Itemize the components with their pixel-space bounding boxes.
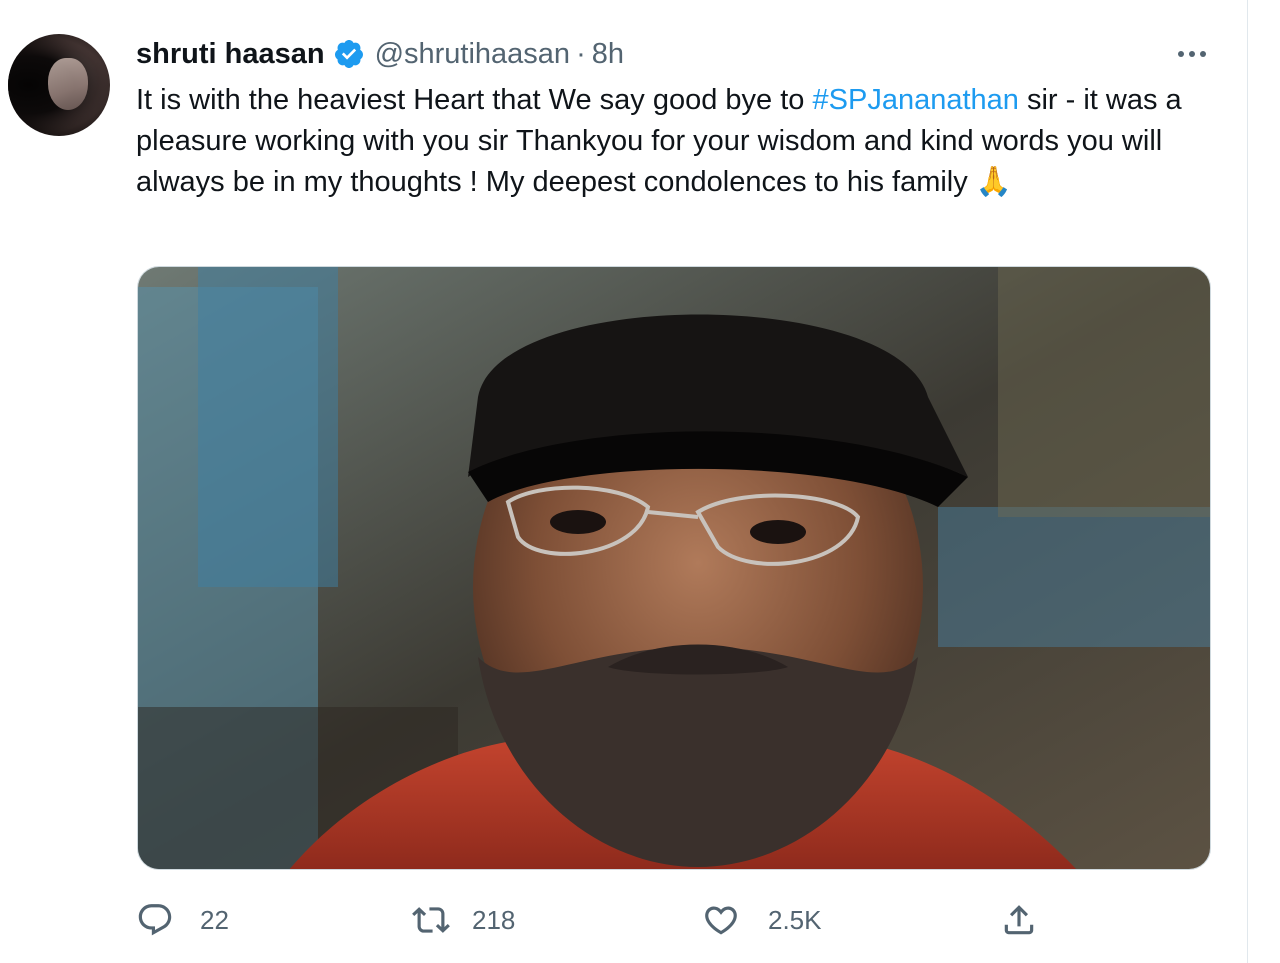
more-dot [1178,51,1184,57]
avatar[interactable] [8,34,110,136]
reply-count: 22 [200,904,229,935]
tweet-timestamp[interactable]: 8h [592,38,624,71]
folded-hands-emoji: 🙏 [975,166,1012,198]
tweet-header: shruti haasan @shrutihaasan · 8h [136,34,624,74]
verified-badge-icon [334,40,363,68]
tweet-text: It is with the heaviest Heart that We sa… [136,80,1196,203]
share-icon [1004,905,1034,935]
photo-portrait-illustration [138,267,1210,869]
like-count: 2.5K [768,904,822,935]
more-options-icon[interactable] [1172,42,1212,66]
share-button[interactable] [1000,898,1038,942]
tweet-photo[interactable] [137,266,1211,870]
more-dot [1200,51,1206,57]
tweet-actions-bar: 22 218 2.5K [136,898,1196,942]
header-separator: · [576,37,586,70]
retweet-button[interactable]: 218 [412,898,515,942]
more-dot [1189,51,1195,57]
author-handle[interactable]: @shrutihaasan [375,38,571,71]
avatar-face-shape [48,58,88,110]
like-button[interactable]: 2.5K [702,898,822,942]
retweet-count: 218 [472,904,516,935]
heart-icon [705,906,737,935]
hashtag-link[interactable]: #SPJananathan [813,84,1019,116]
retweet-icon [412,907,450,933]
tweet-card[interactable]: shruti haasan @shrutihaasan · 8h It is w… [0,0,1248,963]
reply-icon [138,904,172,936]
tweet-text-part: It is with the heaviest Heart that We sa… [136,84,813,116]
author-display-name[interactable]: shruti haasan [136,38,325,71]
reply-button[interactable]: 22 [136,898,229,942]
